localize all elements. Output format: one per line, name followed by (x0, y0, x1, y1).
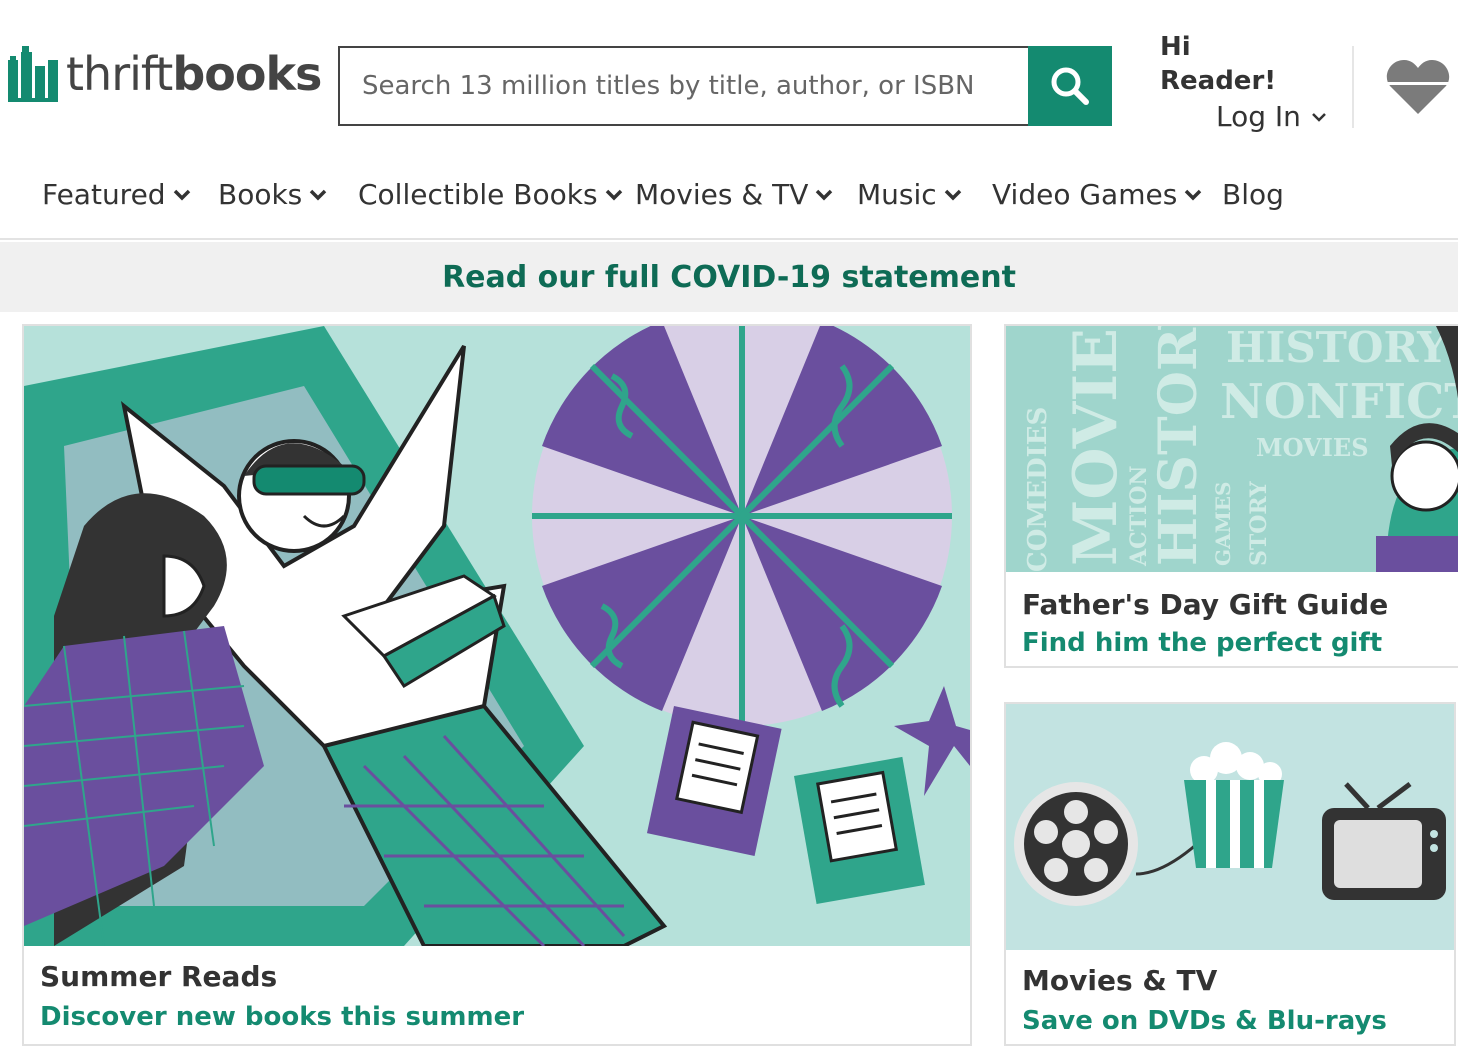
search-input[interactable] (340, 48, 1030, 124)
chevron-down-icon (605, 189, 622, 200)
search-bar (338, 46, 1030, 126)
card-subtitle-link[interactable]: Find him the perfect gift (1022, 628, 1382, 658)
nav-label: Movies & TV (635, 178, 809, 211)
greeting-reader: Reader! (1160, 66, 1277, 96)
nav-featured[interactable]: Featured (42, 178, 192, 211)
nav-label: Video Games (992, 178, 1178, 211)
nav-label: Music (857, 178, 937, 211)
heart-icon[interactable] (1386, 56, 1450, 116)
chevron-down-icon (944, 189, 961, 200)
site-header: thriftbooks Hi Reader! Log In (0, 0, 1458, 160)
movies-tv-illustration (1006, 704, 1454, 950)
art-word: MOVIES (1061, 326, 1131, 566)
nav-books[interactable]: Books (218, 178, 328, 211)
art-word: HISTORY (1148, 326, 1209, 566)
search-button[interactable] (1028, 46, 1112, 126)
card-title: Movies & TV (1022, 964, 1218, 997)
login-dropdown[interactable]: Log In (1216, 100, 1327, 133)
greeting-hi: Hi (1160, 32, 1191, 62)
header-divider (1352, 46, 1354, 128)
chevron-down-icon (1312, 112, 1326, 122)
nav-label: Books (218, 178, 303, 211)
fathers-day-card[interactable]: HISTORY NONFICTION MOVIES COMEDIES MOVIE… (1004, 324, 1458, 668)
card-title: Father's Day Gift Guide (1022, 588, 1389, 621)
fathers-day-illustration: HISTORY NONFICTION MOVIES COMEDIES MOVIE… (1006, 326, 1458, 572)
card-title: Summer Reads (40, 960, 278, 993)
art-word: NONFICTION (1220, 374, 1458, 430)
chevron-down-icon (816, 189, 833, 200)
art-word: STORY (1246, 481, 1272, 566)
login-label: Log In (1216, 100, 1301, 133)
chevron-down-icon (173, 189, 190, 200)
art-word: COMEDIES (1023, 407, 1053, 572)
chevron-down-icon (310, 189, 327, 200)
art-word: HISTORY (1226, 326, 1448, 372)
summer-reads-card[interactable]: Summer Reads Discover new books this sum… (22, 324, 972, 1046)
nav-video-games[interactable]: Video Games (992, 178, 1203, 211)
nav-label: Featured (42, 178, 166, 211)
card-subtitle-link[interactable]: Discover new books this summer (40, 1002, 524, 1032)
nav-label: Collectible Books (358, 178, 598, 211)
covid-statement-link[interactable]: Read our full COVID-19 statement (442, 260, 1016, 295)
nav-collectible-books[interactable]: Collectible Books (358, 178, 624, 211)
logo-wordmark: thriftbooks (66, 47, 322, 101)
nav-music[interactable]: Music (857, 178, 963, 211)
search-icon (1051, 67, 1089, 105)
covid-banner: Read our full COVID-19 statement (0, 242, 1458, 312)
movies-tv-card[interactable]: Movies & TV Save on DVDs & Blu-rays (1004, 702, 1456, 1046)
books-logo-icon (8, 46, 58, 102)
thriftbooks-logo[interactable]: thriftbooks (6, 44, 322, 102)
greeting: Hi Reader! (1160, 30, 1276, 98)
art-word: GAMES (1211, 482, 1235, 566)
summer-reads-illustration (24, 326, 970, 946)
nav-label: Blog (1222, 178, 1284, 211)
main-nav: Featured Books Collectible Books Movies … (0, 160, 1458, 240)
art-word: MOVIES (1256, 433, 1369, 462)
nav-blog[interactable]: Blog (1222, 178, 1284, 211)
card-subtitle-link[interactable]: Save on DVDs & Blu-rays (1022, 1006, 1387, 1036)
chevron-down-icon (1185, 189, 1202, 200)
nav-movies-tv[interactable]: Movies & TV (635, 178, 834, 211)
